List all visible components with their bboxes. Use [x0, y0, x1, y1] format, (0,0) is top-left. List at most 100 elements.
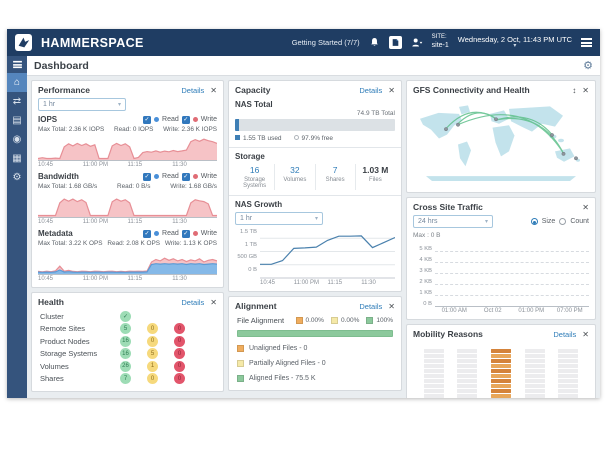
gfs-title: GFS Connectivity and Health: [413, 85, 530, 95]
ok-count-badge: 26: [120, 361, 131, 372]
hammerspace-logo-icon[interactable]: [15, 34, 32, 51]
bandwidth-label: Bandwidth: [38, 172, 79, 181]
alignment-panel: Alignment Details ✕ File Alignment 0.00%…: [228, 296, 402, 391]
mobility-segment: [424, 394, 444, 398]
ok-count-badge: 16: [120, 348, 131, 359]
sidebar-menu-toggle[interactable]: [7, 56, 27, 73]
mobility-segment: [558, 384, 578, 388]
aligned-swatch-icon: [366, 317, 373, 324]
write-checkbox[interactable]: ✓: [182, 173, 190, 181]
performance-details-link[interactable]: Details: [181, 86, 204, 95]
stat-volumes[interactable]: 32 Volumes: [274, 164, 314, 190]
tasks-icon[interactable]: [389, 36, 402, 49]
expand-icon[interactable]: ↕: [572, 86, 576, 95]
capacity-used-bar: [235, 119, 239, 131]
world-map[interactable]: [407, 97, 595, 192]
read-checkbox[interactable]: ✓: [143, 230, 151, 238]
sidebar-item-copies[interactable]: ▤: [7, 111, 27, 130]
health-details-link[interactable]: Details: [181, 298, 204, 307]
alignment-details-link[interactable]: Details: [359, 302, 382, 311]
chevron-down-icon: ▾: [118, 101, 121, 108]
size-radio[interactable]: [531, 218, 538, 225]
site-value: site-1: [432, 42, 449, 51]
storage-stats: 16 Storage Systems 32 Volumes 7 Shares: [235, 164, 395, 190]
mobility-close-icon[interactable]: ✕: [582, 330, 589, 339]
mobility-segment: [558, 359, 578, 363]
partially-aligned-files-item: Partially Aligned Files - 0: [237, 360, 393, 367]
used-label: 1.55 TB used: [243, 135, 282, 142]
cluster-ok-badge: ✓: [120, 311, 131, 322]
nas-total-value: 74.9 TB Total: [235, 110, 395, 117]
mobility-segment: [491, 364, 511, 368]
metadata-max: Max Total: 3.22 K OPS: [38, 240, 103, 247]
mobility-segment: [525, 374, 545, 378]
gfs-close-icon[interactable]: ✕: [582, 86, 589, 95]
performance-title: Performance: [38, 85, 90, 95]
free-label: 97.9% free: [302, 135, 333, 142]
mobility-segment: [424, 349, 444, 353]
mobility-segment: [457, 394, 477, 398]
mobility-bar-on-demand: [558, 348, 578, 398]
mobility-segment: [558, 379, 578, 383]
nas-growth-range-select[interactable]: 1 hr ▾: [235, 212, 323, 225]
sidebar-item-settings[interactable]: ⚙: [7, 168, 27, 187]
cross-site-close-icon[interactable]: ✕: [582, 203, 589, 212]
site-selector[interactable]: SITE: site-1: [432, 34, 449, 50]
health-close-icon[interactable]: ✕: [210, 298, 217, 307]
notifications-bell-icon[interactable]: [369, 37, 380, 48]
shuffle-icon: ⇄: [13, 96, 21, 107]
error-count-badge: 0: [174, 323, 185, 334]
performance-close-icon[interactable]: ✕: [210, 86, 217, 95]
stat-shares[interactable]: 7 Shares: [315, 164, 355, 190]
mobility-segment: [424, 369, 444, 373]
dashboard-settings-gear-icon[interactable]: ⚙: [583, 59, 593, 72]
read-checkbox[interactable]: ✓: [143, 116, 151, 124]
nas-growth-label: NAS Growth: [235, 200, 395, 209]
alignment-close-icon[interactable]: ✕: [388, 302, 395, 311]
bandwidth-write: Write: 1.68 GB/s: [170, 183, 217, 190]
mobility-bar-location: [457, 348, 477, 398]
warn-count-badge: 1: [147, 361, 158, 372]
mobility-segment: [457, 374, 477, 378]
mobility-segment: [491, 394, 511, 398]
mobility-segment: [424, 354, 444, 358]
datetime-selector[interactable]: Wednesday, 2 Oct, 11:43 PM UTC ▾: [458, 36, 572, 50]
mobility-segment: [457, 349, 477, 353]
stat-files[interactable]: 1.03 M Files: [355, 164, 395, 190]
write-checkbox[interactable]: ✓: [182, 116, 190, 124]
metadata-x-axis: 10:45 11:00 PM 11:15 11:30: [38, 276, 217, 282]
write-checkbox[interactable]: ✓: [182, 230, 190, 238]
count-radio[interactable]: [559, 218, 566, 225]
read-checkbox[interactable]: ✓: [143, 173, 151, 181]
sidebar-item-volumes[interactable]: ◉: [7, 130, 27, 149]
capacity-close-icon[interactable]: ✕: [388, 86, 395, 95]
capacity-details-link[interactable]: Details: [359, 86, 382, 95]
storage-label: Storage: [235, 152, 395, 161]
alignment-bar: [237, 330, 393, 337]
app-window: HAMMERSPACE Getting Started (7/7) SITE: …: [7, 29, 600, 398]
user-menu-icon[interactable]: [411, 37, 423, 48]
stat-storage-systems[interactable]: 16 Storage Systems: [235, 164, 274, 190]
performance-range-select[interactable]: 1 hr ▾: [38, 98, 126, 111]
mobility-segment: [525, 349, 545, 353]
ok-count-badge: 16: [120, 336, 131, 347]
mobility-segment: [424, 384, 444, 388]
getting-started-link[interactable]: Getting Started (7/7): [292, 38, 360, 47]
warn-count-badge: 0: [147, 323, 158, 334]
error-count-badge: 0: [174, 373, 185, 384]
cross-site-range-select[interactable]: 24 hrs ▾: [413, 215, 493, 228]
mobility-segment: [558, 364, 578, 368]
mobility-segment: [558, 369, 578, 373]
page-title: Dashboard: [34, 60, 89, 72]
sidebar-item-mobility[interactable]: ⇄: [7, 92, 27, 111]
bandwidth-chart: [38, 191, 217, 218]
storage-icon: ▦: [12, 153, 21, 164]
mobility-segment: [424, 379, 444, 383]
mobility-segment: [491, 374, 511, 378]
iops-write: Write: 2.36 K IOPS: [163, 126, 217, 133]
sidebar-item-dashboard[interactable]: ⌂: [7, 73, 27, 92]
mobility-details-link[interactable]: Details: [553, 330, 576, 339]
cross-site-x-axis: 01:00 AM Oct 02 01:00 PM 07:00 PM: [435, 308, 589, 314]
sidebar-item-storage[interactable]: ▦: [7, 149, 27, 168]
menu-button[interactable]: [581, 38, 592, 47]
